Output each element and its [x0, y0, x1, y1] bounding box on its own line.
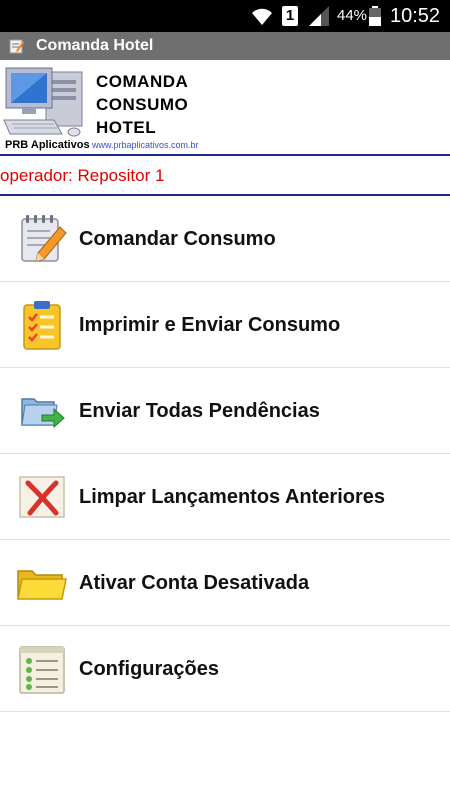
- battery-percent: 44%: [337, 7, 368, 24]
- brand-line-2: CONSUMO: [96, 95, 189, 114]
- edit-note-icon: [9, 39, 25, 54]
- wifi-icon: [252, 8, 272, 25]
- menu-item-ativar-conta[interactable]: Ativar Conta Desativada: [0, 540, 450, 626]
- app-title: Comanda Hotel: [36, 37, 154, 54]
- red-x-icon: [19, 476, 65, 518]
- notepad-pencil-icon: [21, 215, 67, 262]
- clock: 10:52: [390, 5, 441, 27]
- brand-line-1: COMANDA: [96, 72, 189, 91]
- signal-icon: [309, 6, 329, 26]
- menu-item-label: Limpar Lançamentos Anteriores: [79, 486, 386, 508]
- menu-item-enviar-pendencias[interactable]: Enviar Todas Pendências: [0, 368, 450, 454]
- computer-logo: [3, 67, 83, 137]
- menu-item-comandar-consumo[interactable]: Comandar Consumo: [0, 196, 450, 282]
- menu-item-label: Enviar Todas Pendências: [79, 400, 320, 422]
- menu-item-label: Configurações: [79, 658, 220, 680]
- main-menu: Comandar Consumo Imprimir e Enviar Consu…: [0, 196, 450, 712]
- company-name: PRB Aplicativos: [5, 139, 90, 151]
- folder-send-arrow-icon: [21, 398, 65, 429]
- menu-item-imprimir-enviar[interactable]: Imprimir e Enviar Consumo: [0, 282, 450, 368]
- menu-item-label: Comandar Consumo: [79, 228, 276, 250]
- operator-row: operador: Repositor 1: [0, 156, 450, 196]
- battery-icon: [369, 6, 381, 26]
- clipboard-checklist-icon: [23, 301, 61, 350]
- yellow-folder-icon: [17, 570, 67, 600]
- app-title-bar: Comanda Hotel: [0, 32, 450, 60]
- menu-item-label: Imprimir e Enviar Consumo: [79, 314, 341, 336]
- menu-item-label: Ativar Conta Desativada: [79, 572, 310, 594]
- website-link: www.prbaplicativos.com.br: [92, 140, 199, 150]
- settings-list-icon: [19, 646, 65, 694]
- header-banner: COMANDA CONSUMO HOTEL PRB Aplicativos ww…: [0, 60, 450, 156]
- status-bar: 1 44% 10:52: [0, 0, 450, 32]
- menu-item-limpar-lancamentos[interactable]: Limpar Lançamentos Anteriores: [0, 454, 450, 540]
- menu-item-configuracoes[interactable]: Configurações: [0, 626, 450, 712]
- brand-line-3: HOTEL: [96, 118, 157, 137]
- operator-label: operador: Repositor 1: [0, 166, 165, 185]
- sim-slot-badge: 1: [282, 6, 298, 26]
